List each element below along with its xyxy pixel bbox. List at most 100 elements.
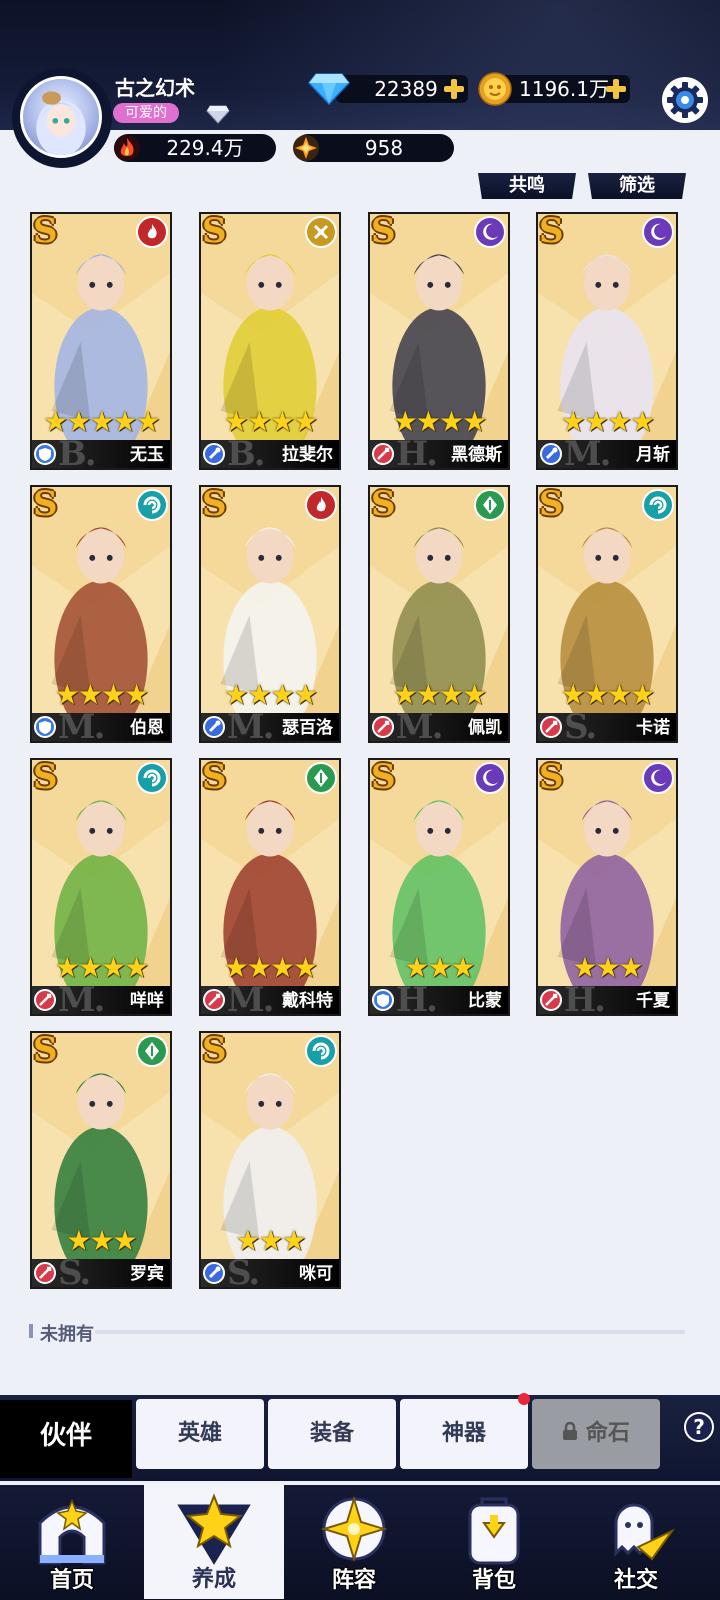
faction-icon	[305, 762, 337, 794]
hero-card[interactable]: S ★★★★ S. 卡诺	[536, 485, 678, 743]
class-icon	[540, 443, 562, 465]
gold-value: 1196.1万	[519, 77, 609, 101]
class-icon	[372, 989, 394, 1011]
star-rating: ★★★★	[560, 678, 655, 711]
name-bar: H. 千夏	[538, 980, 676, 1014]
rarity-badge: S	[371, 758, 396, 797]
name-bar: S. 罗宾	[32, 1253, 170, 1287]
hero-name: 月斩	[636, 445, 670, 465]
stamina-value: 958	[364, 136, 404, 160]
rarity-badge: S	[539, 758, 564, 797]
lock-icon	[562, 1399, 578, 1469]
faction-icon	[136, 762, 168, 794]
name-bar: S. 咪可	[201, 1253, 339, 1287]
hero-card[interactable]: S ★★★★ M. 佩凯	[368, 485, 510, 743]
class-letter: M.	[227, 980, 275, 1016]
class-letter: S.	[58, 1253, 91, 1289]
class-icon	[34, 443, 56, 465]
faction-icon	[136, 216, 168, 248]
flame-icon	[114, 135, 140, 161]
name-bar: B. 无玉	[32, 434, 170, 468]
hero-name: 比蒙	[468, 991, 502, 1011]
hero-card[interactable]: S ★★★ S. 咪可	[199, 1031, 341, 1289]
star-rating: ★★★★	[392, 405, 487, 438]
hero-name: 罗宾	[130, 1264, 164, 1284]
hero-card[interactable]: S ★★★★ M. 戴科特	[199, 758, 341, 1016]
class-icon	[540, 989, 562, 1011]
nav-develop-label: 养成	[191, 1567, 236, 1592]
class-letter: S.	[227, 1253, 260, 1289]
tab-hero[interactable]: 英雄	[136, 1399, 264, 1469]
hero-card[interactable]: S ★★★★ B. 拉斐尔	[199, 212, 341, 470]
faction-icon	[474, 216, 506, 248]
class-letter: M.	[396, 707, 444, 743]
avatar[interactable]	[20, 76, 102, 158]
rarity-badge: S	[202, 758, 227, 797]
star-rating: ★★★	[572, 951, 643, 984]
filter-button[interactable]: 筛选	[588, 173, 686, 199]
nav-develop[interactable]: 养成	[144, 1484, 284, 1599]
hero-name: 无玉	[130, 445, 164, 465]
star-rating: ★★★★	[223, 405, 318, 438]
resonance-button[interactable]: 共鸣	[478, 173, 576, 199]
tab-artifact[interactable]: 神器	[400, 1399, 528, 1469]
hero-card[interactable]: S ★★★ S. 罗宾	[30, 1031, 172, 1289]
add-diamonds-button[interactable]	[444, 79, 464, 99]
class-letter: B.	[227, 434, 266, 470]
help-button[interactable]: ?	[684, 1412, 714, 1442]
name-bar: M. 月斩	[538, 434, 676, 468]
name-bar: M. 咩咩	[32, 980, 170, 1014]
settings-button[interactable]	[662, 77, 708, 123]
hero-name: 佩凯	[468, 718, 502, 738]
faction-icon	[642, 489, 674, 521]
hero-name: 咩咩	[130, 991, 164, 1011]
section-marker	[29, 1324, 33, 1338]
hero-card[interactable]: S ★★★★ H. 黑德斯	[368, 212, 510, 470]
tab-fatestone[interactable]: 命石	[532, 1399, 660, 1469]
hero-card[interactable]: S ★★★★ M. 月斩	[536, 212, 678, 470]
nav-social-label: 社交	[613, 1568, 658, 1593]
class-icon	[203, 989, 225, 1011]
tab-partner[interactable]: 伙伴	[0, 1400, 132, 1478]
nav-social[interactable]: 社交	[566, 1485, 706, 1600]
player-name: 古之幻术	[115, 76, 195, 100]
rarity-badge: S	[33, 485, 58, 524]
faction-icon	[474, 762, 506, 794]
class-letter: B.	[58, 434, 97, 470]
star-triangle-icon	[177, 1493, 251, 1565]
hero-card[interactable]: S ★★★★★ B. 无玉	[30, 212, 172, 470]
hero-card[interactable]: S ★★★★ M. 伯恩	[30, 485, 172, 743]
diamond-rank-icon	[206, 105, 230, 124]
nav-lineup-label: 阵容	[331, 1568, 376, 1593]
class-icon	[34, 989, 56, 1011]
star-rating: ★★★	[235, 1224, 306, 1257]
notification-dot	[518, 1393, 530, 1405]
hero-card[interactable]: S ★★★★ M. 瑟百洛	[199, 485, 341, 743]
add-gold-button[interactable]	[606, 79, 626, 99]
name-bar: H. 黑德斯	[370, 434, 508, 468]
rarity-badge: S	[202, 1031, 227, 1070]
nav-lineup[interactable]: 阵容	[284, 1485, 424, 1600]
hero-card[interactable]: S ★★★ H. 千夏	[536, 758, 678, 1016]
star-rating: ★★★	[66, 1224, 137, 1257]
diamond-value: 22389	[374, 77, 438, 101]
rarity-badge: S	[33, 212, 58, 251]
name-bar: M. 伯恩	[32, 707, 170, 741]
tab-equipment[interactable]: 装备	[268, 1399, 396, 1469]
rarity-badge: S	[202, 212, 227, 251]
hero-card[interactable]: S ★★★ H. 比蒙	[368, 758, 510, 1016]
star-rating: ★★★★★	[43, 405, 161, 438]
faction-icon	[642, 762, 674, 794]
hero-name: 咪可	[299, 1264, 333, 1284]
gear-icon	[667, 82, 703, 118]
class-letter: H.	[396, 980, 438, 1016]
class-icon	[540, 716, 562, 738]
gold-coin-icon	[478, 72, 512, 106]
tab-fatestone-label: 命石	[585, 1421, 630, 1446]
nav-bag[interactable]: 背包	[424, 1485, 564, 1600]
class-letter: M.	[564, 434, 612, 470]
nav-home[interactable]: 首页	[2, 1485, 142, 1600]
hero-card[interactable]: S ★★★★ M. 咩咩	[30, 758, 172, 1016]
hero-name: 戴科特	[282, 991, 333, 1011]
compass-star-icon	[320, 1495, 388, 1563]
